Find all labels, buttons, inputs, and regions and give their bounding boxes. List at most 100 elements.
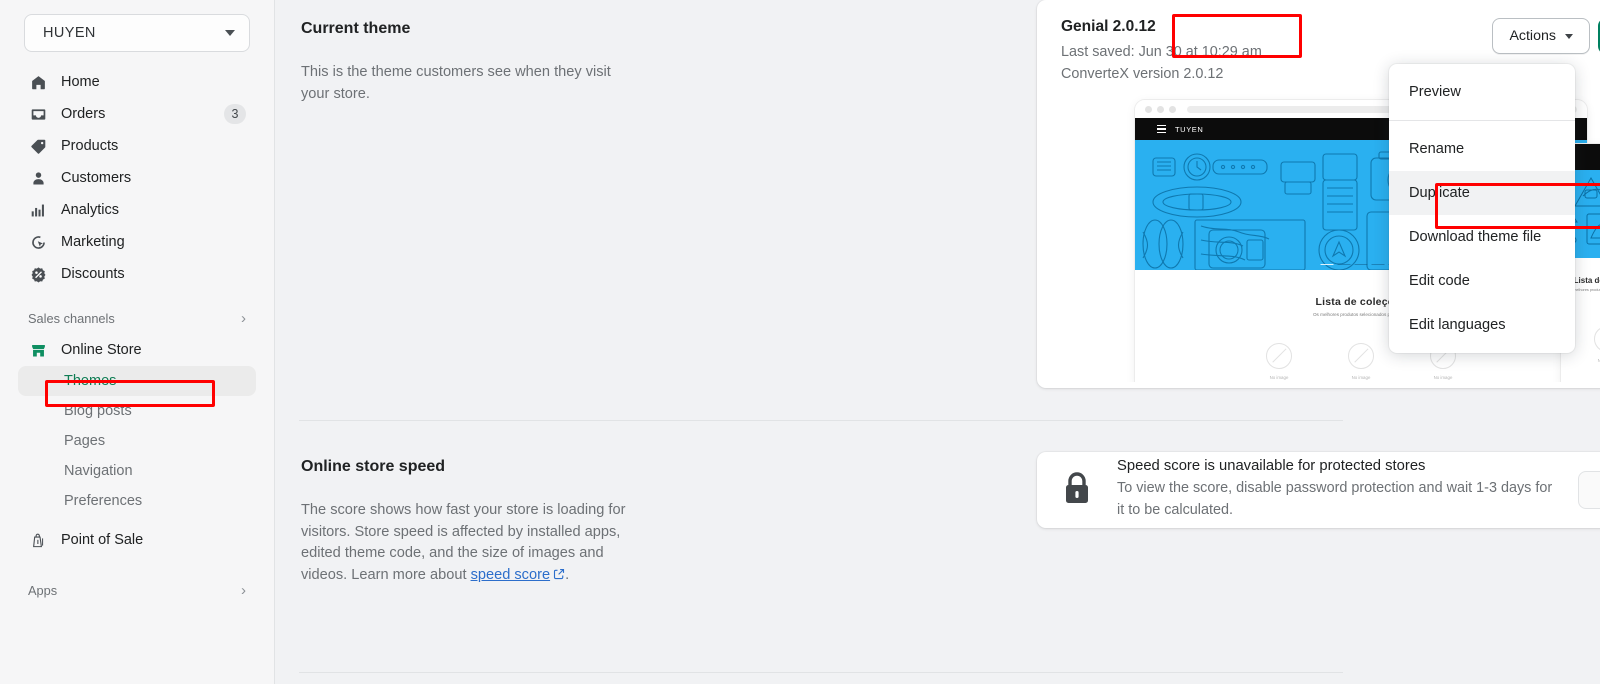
window-dot-icon	[1169, 105, 1176, 113]
main-content: Current theme This is the theme customer…	[275, 0, 1600, 684]
hamburger-menu-icon	[1157, 125, 1166, 133]
sidebar-item-preferences[interactable]: Preferences	[18, 486, 256, 516]
theme-name: Genial 2.0.12	[1061, 18, 1156, 35]
speed-score-card: Speed score is unavailable for protected…	[1037, 452, 1600, 528]
orders-count-badge: 3	[224, 104, 246, 124]
sidebar-item-navigation[interactable]: Navigation	[18, 456, 256, 486]
speed-desc-part2: .	[565, 566, 570, 583]
apps-label: Apps	[28, 582, 58, 598]
sidebar-item-label: Products	[61, 138, 119, 154]
speed-card-title: Speed score is unavailable for protected…	[1117, 458, 1426, 475]
primary-nav: Home Orders 3 Products Customers Analyti…	[16, 66, 258, 602]
menu-item-label: Edit languages	[1409, 317, 1506, 333]
discount-percent-icon	[28, 264, 48, 284]
orders-inbox-icon	[28, 104, 48, 124]
preview-store-brand: TUYEN	[1175, 124, 1204, 134]
section-description: This is the theme customers see when the…	[301, 64, 611, 102]
sidebar-item-orders[interactable]: Orders 3	[18, 98, 256, 130]
home-icon	[28, 72, 48, 92]
sidebar-item-label: Marketing	[61, 234, 125, 250]
sidebar-item-label: Home	[61, 74, 100, 90]
sidebar-item-pages[interactable]: Pages	[18, 426, 256, 456]
section-title: Current theme	[301, 20, 411, 37]
section-description: The score shows how fast your store is l…	[301, 500, 635, 587]
store-selector[interactable]: HUYEN	[24, 14, 250, 52]
speed-card-subtitle: To view the score, disable password prot…	[1117, 480, 1553, 518]
menu-divider	[1389, 120, 1575, 121]
pos-bag-icon	[28, 530, 48, 550]
speed-card-text: Speed score is unavailable for protected…	[1117, 458, 1554, 521]
no-image-icon	[1594, 326, 1600, 352]
menu-item-edit-code[interactable]: Edit code	[1389, 259, 1575, 303]
storefront-icon	[28, 340, 48, 360]
speed-score-link[interactable]: speed score	[471, 567, 551, 583]
analytics-bars-icon	[28, 200, 48, 220]
sidebar-item-home[interactable]: Home	[18, 66, 256, 98]
window-dot-icon	[1157, 105, 1164, 113]
actions-dropdown-menu: Preview Rename Duplicate Download theme …	[1389, 64, 1575, 353]
theme-version: ConverteX version 2.0.12	[1061, 66, 1224, 83]
bottom-divider	[299, 672, 1343, 673]
sidebar-item-label: Point of Sale	[61, 532, 144, 548]
sidebar-subitem-label: Navigation	[64, 463, 133, 479]
product-tag-icon	[28, 136, 48, 156]
no-image-icon	[1348, 343, 1374, 369]
view-report-button[interactable]: View report	[1577, 471, 1600, 509]
sidebar-item-marketing[interactable]: Marketing	[18, 226, 256, 258]
sidebar-subitem-label: Blog posts	[64, 403, 132, 419]
sidebar-item-online-store[interactable]: Online Store	[18, 334, 256, 366]
no-image-placeholder: No image	[1266, 343, 1292, 380]
theme-info: Genial 2.0.12 Last saved: Jun 30 at 10:2…	[1061, 18, 1262, 86]
sidebar: HUYEN Home Orders 3 Products Customers A…	[0, 0, 275, 684]
menu-item-duplicate[interactable]: Duplicate	[1389, 171, 1575, 215]
no-image-label: No image	[1269, 375, 1289, 380]
chevron-right-icon: ›	[241, 581, 246, 599]
sales-channels-label: Sales channels	[28, 310, 115, 326]
sidebar-item-customers[interactable]: Customers	[18, 162, 256, 194]
chevron-right-icon: ›	[241, 309, 246, 327]
no-image-label: No image	[1351, 375, 1371, 380]
sidebar-item-products[interactable]: Products	[18, 130, 256, 162]
no-image-placeholder: No image	[1348, 343, 1374, 380]
sidebar-item-point-of-sale[interactable]: Point of Sale	[18, 524, 256, 556]
actions-button-label: Actions	[1509, 28, 1556, 44]
menu-item-label: Preview	[1409, 84, 1461, 100]
menu-item-download-theme-file[interactable]: Download theme file	[1389, 215, 1575, 259]
no-image-label: No image	[1433, 375, 1453, 380]
actions-button[interactable]: Actions	[1492, 18, 1590, 54]
sidebar-subitem-label: Pages	[64, 433, 106, 449]
speed-desc-part1: The score shows how fast your store is l…	[301, 502, 626, 583]
menu-item-edit-languages[interactable]: Edit languages	[1389, 303, 1575, 347]
sidebar-item-blog-posts[interactable]: Blog posts	[18, 396, 256, 426]
sidebar-item-label: Orders	[61, 106, 106, 122]
sidebar-subitem-label: Preferences	[64, 493, 143, 509]
sidebar-item-label: Discounts	[61, 266, 125, 282]
no-image-label: No image	[1597, 358, 1600, 363]
menu-item-label: Edit code	[1409, 273, 1470, 289]
marketing-target-icon	[28, 232, 48, 252]
sidebar-item-label: Online Store	[61, 342, 142, 358]
store-name: HUYEN	[43, 25, 96, 41]
apps-section-header[interactable]: Apps ›	[18, 578, 256, 602]
menu-item-preview[interactable]: Preview	[1389, 70, 1575, 114]
sidebar-item-discounts[interactable]: Discounts	[18, 258, 256, 290]
menu-item-label: Download theme file	[1409, 229, 1542, 245]
menu-item-label: Rename	[1409, 141, 1465, 157]
shopify-admin-page: HUYEN Home Orders 3 Products Customers A…	[0, 0, 1600, 684]
sidebar-item-themes[interactable]: Themes	[18, 366, 256, 396]
menu-item-label: Duplicate	[1409, 185, 1470, 201]
customer-person-icon	[28, 168, 48, 188]
sidebar-item-analytics[interactable]: Analytics	[18, 194, 256, 226]
chevron-down-icon	[1564, 33, 1573, 39]
no-image-icon	[1266, 343, 1292, 369]
sales-channels-section-header[interactable]: Sales channels ›	[18, 306, 256, 330]
section-divider	[299, 420, 1343, 421]
menu-item-rename[interactable]: Rename	[1389, 127, 1575, 171]
lock-icon	[1061, 470, 1093, 511]
sidebar-item-label: Analytics	[61, 202, 120, 218]
sidebar-item-label: Customers	[61, 170, 132, 186]
online-store-speed-section: Online store speed The score shows how f…	[275, 458, 635, 587]
theme-last-saved: Last saved: Jun 30 at 10:29 am	[1061, 44, 1262, 60]
section-title: Online store speed	[301, 458, 446, 475]
external-link-icon	[553, 566, 565, 588]
